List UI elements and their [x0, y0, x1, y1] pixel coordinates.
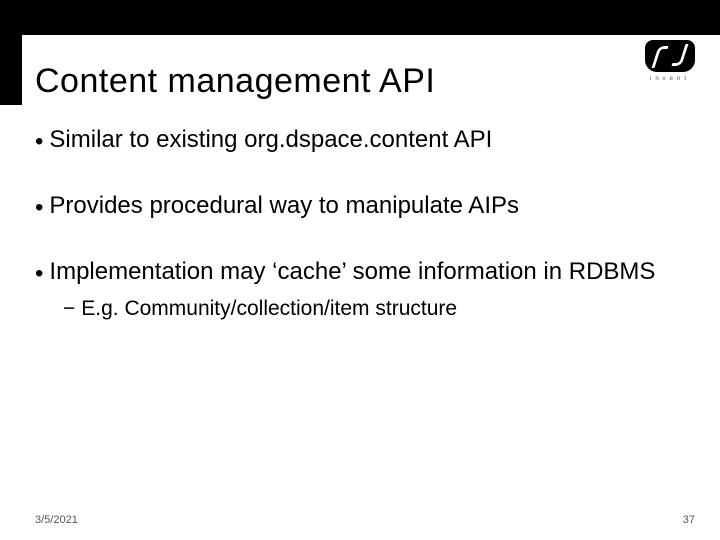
bullet-item: • Implementation may ‘cache’ some inform…: [35, 257, 685, 289]
slide-title: Content management API: [35, 62, 435, 101]
left-accent-block: [0, 35, 22, 105]
bullet-icon: •: [35, 259, 43, 289]
bullet-item: • Provides procedural way to manipulate …: [35, 191, 685, 223]
footer-page-number: 37: [683, 514, 695, 526]
sub-bullet-text: E.g. Community/collection/item structure: [81, 295, 457, 322]
bullet-text: Provides procedural way to manipulate AI…: [49, 191, 519, 221]
dash-icon: −: [63, 295, 75, 322]
sub-bullet-item: − E.g. Community/collection/item structu…: [63, 295, 685, 322]
hp-logo: invent: [645, 40, 695, 82]
bullet-text: Implementation may ‘cache’ some informat…: [49, 257, 655, 287]
bullet-text: Similar to existing org.dspace.content A…: [49, 125, 492, 155]
hp-logo-text: invent: [645, 76, 695, 82]
bullet-icon: •: [35, 127, 43, 157]
slide-body: • Similar to existing org.dspace.content…: [35, 125, 685, 322]
bullet-icon: •: [35, 193, 43, 223]
bullet-item: • Similar to existing org.dspace.content…: [35, 125, 685, 157]
hp-logo-icon: [645, 40, 695, 72]
top-bar: [0, 0, 720, 35]
footer-date: 3/5/2021: [35, 514, 78, 526]
